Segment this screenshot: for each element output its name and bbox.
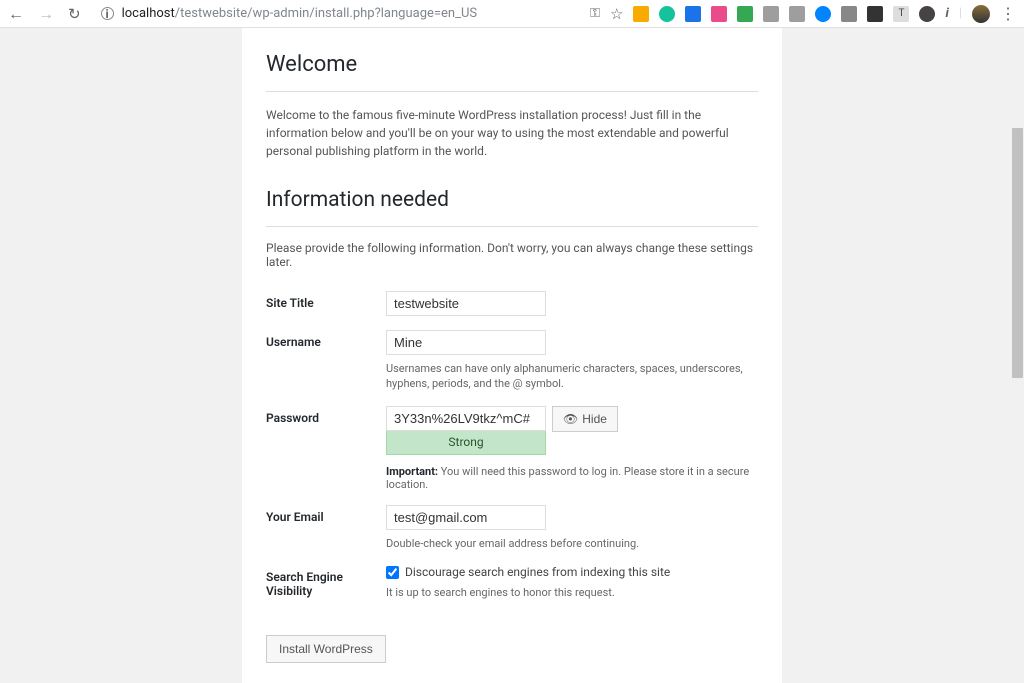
username-input[interactable]: [386, 330, 546, 355]
extension-icon[interactable]: [737, 6, 753, 22]
search-visibility-note: It is up to search engines to honor this…: [386, 585, 758, 600]
install-form: Welcome Welcome to the famous five-minut…: [242, 28, 782, 683]
extension-icon[interactable]: [867, 6, 883, 22]
forward-button[interactable]: →: [38, 4, 54, 24]
extension-icon[interactable]: [763, 6, 779, 22]
extension-icon[interactable]: [711, 6, 727, 22]
browser-toolbar: ← → ↻ i localhost/testwebsite/wp-admin/i…: [0, 0, 1024, 28]
site-info-icon[interactable]: i: [101, 7, 114, 20]
site-title-label: Site Title: [266, 291, 386, 310]
extension-icon[interactable]: [815, 6, 831, 22]
scrollbar-thumb[interactable]: [1012, 128, 1023, 378]
password-label: Password: [266, 406, 386, 425]
reload-button[interactable]: ↻: [68, 5, 81, 23]
search-visibility-label: Search Engine Visibility: [266, 565, 386, 598]
url-path: /testwebsite/wp-admin/install.php?langua…: [175, 6, 477, 21]
section-heading: Information needed: [266, 188, 758, 212]
extension-icon[interactable]: [685, 6, 701, 22]
page-background: Welcome Welcome to the famous five-minut…: [0, 28, 1024, 683]
site-title-input[interactable]: [386, 291, 546, 316]
install-wordpress-button[interactable]: Install WordPress: [266, 635, 386, 663]
password-strength-meter: Strong: [386, 430, 546, 455]
extension-icon[interactable]: T: [893, 6, 909, 22]
search-visibility-checkbox[interactable]: [386, 566, 399, 579]
wordpress-icon[interactable]: [919, 6, 935, 22]
email-input[interactable]: [386, 505, 546, 530]
section-subtext: Please provide the following information…: [266, 241, 758, 269]
key-icon[interactable]: ⚿: [590, 6, 600, 21]
browser-menu-icon[interactable]: ⋮: [1000, 4, 1016, 23]
url-host: localhost: [122, 6, 175, 21]
username-label: Username: [266, 330, 386, 349]
extension-icon[interactable]: i: [945, 6, 948, 21]
extension-icon[interactable]: [633, 6, 649, 22]
extension-icon[interactable]: [789, 6, 805, 22]
password-important-note: Important: You will need this password t…: [386, 465, 758, 491]
back-button[interactable]: ←: [8, 4, 24, 24]
scrollbar-track[interactable]: [1010, 28, 1024, 683]
bookmark-star-icon[interactable]: ☆: [610, 5, 623, 23]
profile-avatar[interactable]: [972, 5, 990, 23]
search-visibility-text: Discourage search engines from indexing …: [405, 565, 670, 579]
email-label: Your Email: [266, 505, 386, 524]
email-hint: Double-check your email address before c…: [386, 536, 758, 551]
eye-slash-icon: 👁: [563, 412, 578, 426]
intro-text: Welcome to the famous five-minute WordPr…: [266, 106, 758, 160]
address-bar[interactable]: i localhost/testwebsite/wp-admin/install…: [91, 3, 581, 25]
hide-password-button[interactable]: 👁 Hide: [552, 406, 618, 432]
password-input[interactable]: [386, 406, 546, 431]
extension-icon[interactable]: [841, 6, 857, 22]
page-title: Welcome: [266, 52, 758, 77]
username-hint: Usernames can have only alphanumeric cha…: [386, 361, 758, 392]
extension-icon[interactable]: [659, 6, 675, 22]
